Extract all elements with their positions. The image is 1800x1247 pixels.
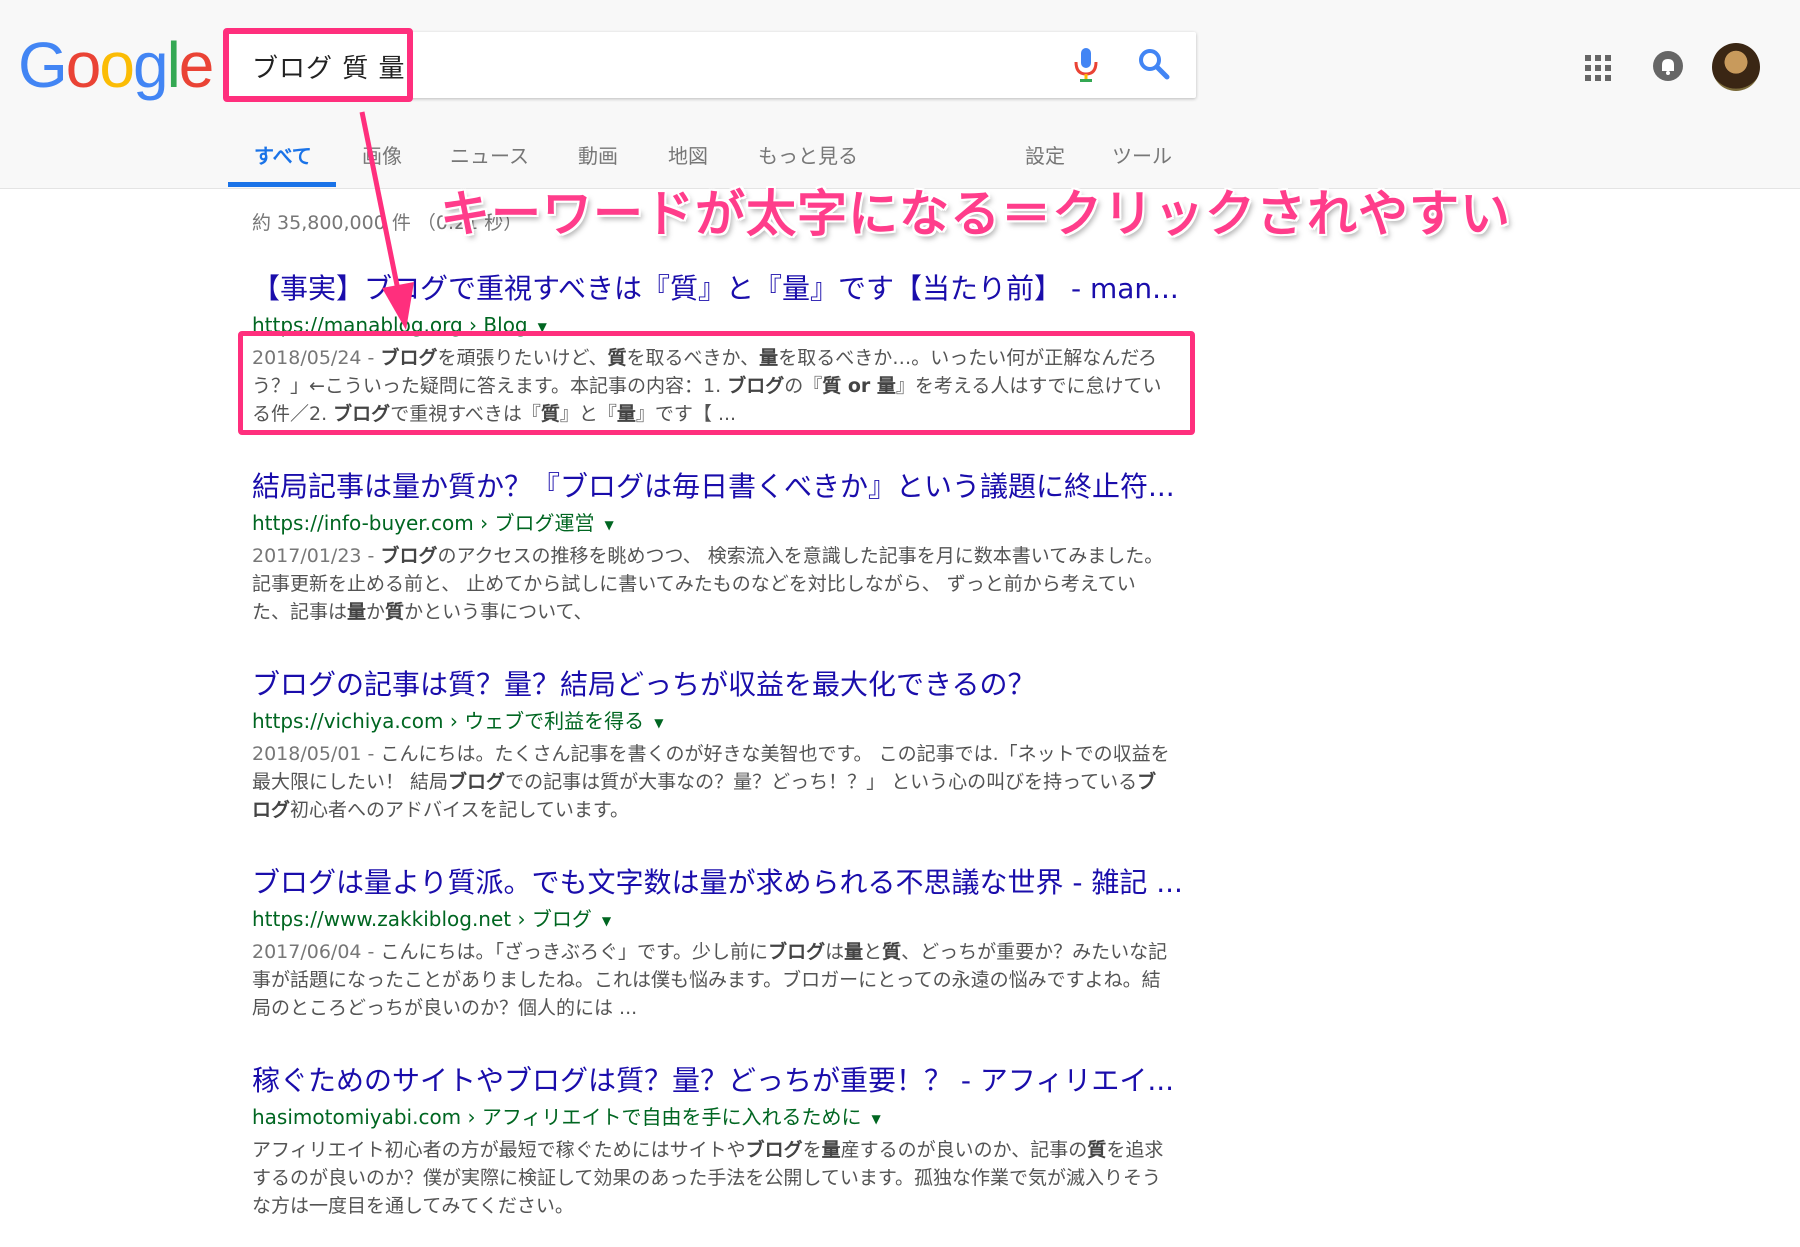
search-result: ブログは量より質派。でも文字数は量が求められる不思議な世界 - 雑記 ... h… — [252, 866, 1183, 1022]
search-result: 稼ぐためのサイトやブログは質？量？どっちが重要！？ - アフィリエイ... ha… — [252, 1064, 1174, 1220]
result-title[interactable]: 【事実】ブログで重視すべきは『質』と『量』です【当たり前】 - man... — [252, 272, 1179, 306]
google-logo[interactable]: Google — [18, 29, 215, 101]
result-title[interactable]: ブログは量より質派。でも文字数は量が求められる不思議な世界 - 雑記 ... — [252, 866, 1183, 900]
snippet-text: での記事は質が大事なの？量？どっち！？」 という心の叫びを持っている — [505, 770, 1138, 793]
active-tab-indicator — [228, 182, 336, 187]
logo-letter: o — [65, 29, 102, 101]
tab-all[interactable]: すべて — [254, 140, 312, 169]
snippet-keyword: ブログ — [448, 770, 506, 793]
snippet-highlight-box — [238, 331, 1195, 435]
snippet-keyword: 質 — [882, 940, 902, 963]
tab-videos[interactable]: 動画 — [578, 140, 618, 169]
dropdown-caret-icon[interactable]: ▼ — [602, 914, 611, 928]
result-snippet: 2018/05/01 - こんにちは。たくさん記事を書くのが好きな美智也です。 … — [252, 740, 1172, 824]
tab-more[interactable]: もっと見る — [758, 140, 858, 169]
snippet-text: は — [825, 940, 845, 963]
result-url[interactable]: https://info-buyer.com › ブログ運営 ▼ — [252, 510, 1172, 538]
result-snippet: アフィリエイト初心者の方が最短で稼ぐためにはサイトやブログを量産するのが良いのか… — [252, 1136, 1172, 1220]
result-url[interactable]: hasimotomiyabi.com › アフィリエイトで自由を手に入れるために… — [252, 1104, 1172, 1132]
dropdown-caret-icon[interactable]: ▼ — [604, 518, 613, 532]
tab-images[interactable]: 画像 — [362, 140, 402, 169]
result-snippet: 2017/06/04 - こんにちは。「ざっきぶろぐ」です。少し前にブログは量と… — [252, 938, 1172, 1022]
dropdown-caret-icon[interactable]: ▼ — [654, 716, 663, 730]
snippet-text: こんにちは。「ざっきぶろぐ」です。少し前に — [380, 940, 769, 963]
snippet-text: アフィリエイト初心者の方が最短で稼ぐためにはサイトや — [252, 1138, 746, 1161]
snippet-keyword: 量 — [821, 1138, 841, 1161]
logo-letter: e — [178, 29, 215, 101]
logo-letter: o — [99, 29, 135, 101]
snippet-keyword: 量 — [844, 940, 864, 963]
account-avatar[interactable] — [1712, 43, 1760, 91]
result-date: 2017/01/23 - — [252, 544, 381, 567]
result-snippet: 2017/01/23 - ブログのアクセスの推移を眺めつつ、 検索流入を意識した… — [252, 542, 1172, 626]
query-highlight-box — [223, 28, 413, 102]
apps-grid-icon[interactable] — [1585, 55, 1611, 85]
tab-tools[interactable]: ツール — [1112, 140, 1172, 169]
microphone-icon[interactable] — [1072, 46, 1100, 88]
logo-letter: l — [166, 29, 181, 101]
tab-news[interactable]: ニュース — [450, 140, 529, 169]
snippet-text: と — [863, 940, 883, 963]
logo-letter: g — [132, 29, 169, 101]
logo-letter: G — [18, 29, 68, 101]
snippet-keyword: 量 — [347, 600, 367, 623]
dropdown-caret-icon[interactable]: ▼ — [871, 1112, 880, 1126]
result-date: 2017/06/04 - — [252, 940, 381, 963]
magnifier-icon[interactable] — [1136, 46, 1172, 86]
annotation-caption: キーワードが太字になる＝クリックされやすい — [440, 185, 1511, 243]
snippet-keyword: ブログ — [745, 1138, 803, 1161]
snippet-keyword: 質 — [385, 600, 405, 623]
search-result: 結局記事は量か質か？『ブログは毎日書くべきか』という議題に終止符... http… — [252, 470, 1175, 626]
notification-bell-icon[interactable] — [1652, 50, 1684, 86]
result-title[interactable]: ブログの記事は質？量？結局どっちが収益を最大化できるの？ — [252, 668, 1172, 702]
search-result: ブログの記事は質？量？結局どっちが収益を最大化できるの？ https://vic… — [252, 668, 1172, 824]
snippet-text: かという事について、 — [404, 600, 593, 623]
result-url[interactable]: https://www.zakkiblog.net › ブログ ▼ — [252, 906, 1172, 934]
tab-maps[interactable]: 地図 — [668, 140, 708, 169]
tab-settings[interactable]: 設定 — [1025, 140, 1065, 169]
snippet-text: か — [366, 600, 386, 623]
snippet-text: を — [802, 1138, 822, 1161]
snippet-text: 初心者へのアドバイスを記しています。 — [290, 798, 629, 821]
result-date: 2018/05/01 - — [252, 742, 381, 765]
snippet-keyword: ブログ — [768, 940, 826, 963]
snippet-text: 産するのが良いのか、記事の — [840, 1138, 1088, 1161]
result-url[interactable]: https://vichiya.com › ウェブで利益を得る ▼ — [252, 708, 1172, 736]
result-title[interactable]: 稼ぐためのサイトやブログは質？量？どっちが重要！？ - アフィリエイ... — [252, 1064, 1174, 1098]
result-title[interactable]: 結局記事は量か質か？『ブログは毎日書くべきか』という議題に終止符... — [252, 470, 1175, 504]
snippet-keyword: ブログ — [380, 544, 438, 567]
snippet-keyword: 質 — [1087, 1138, 1107, 1161]
